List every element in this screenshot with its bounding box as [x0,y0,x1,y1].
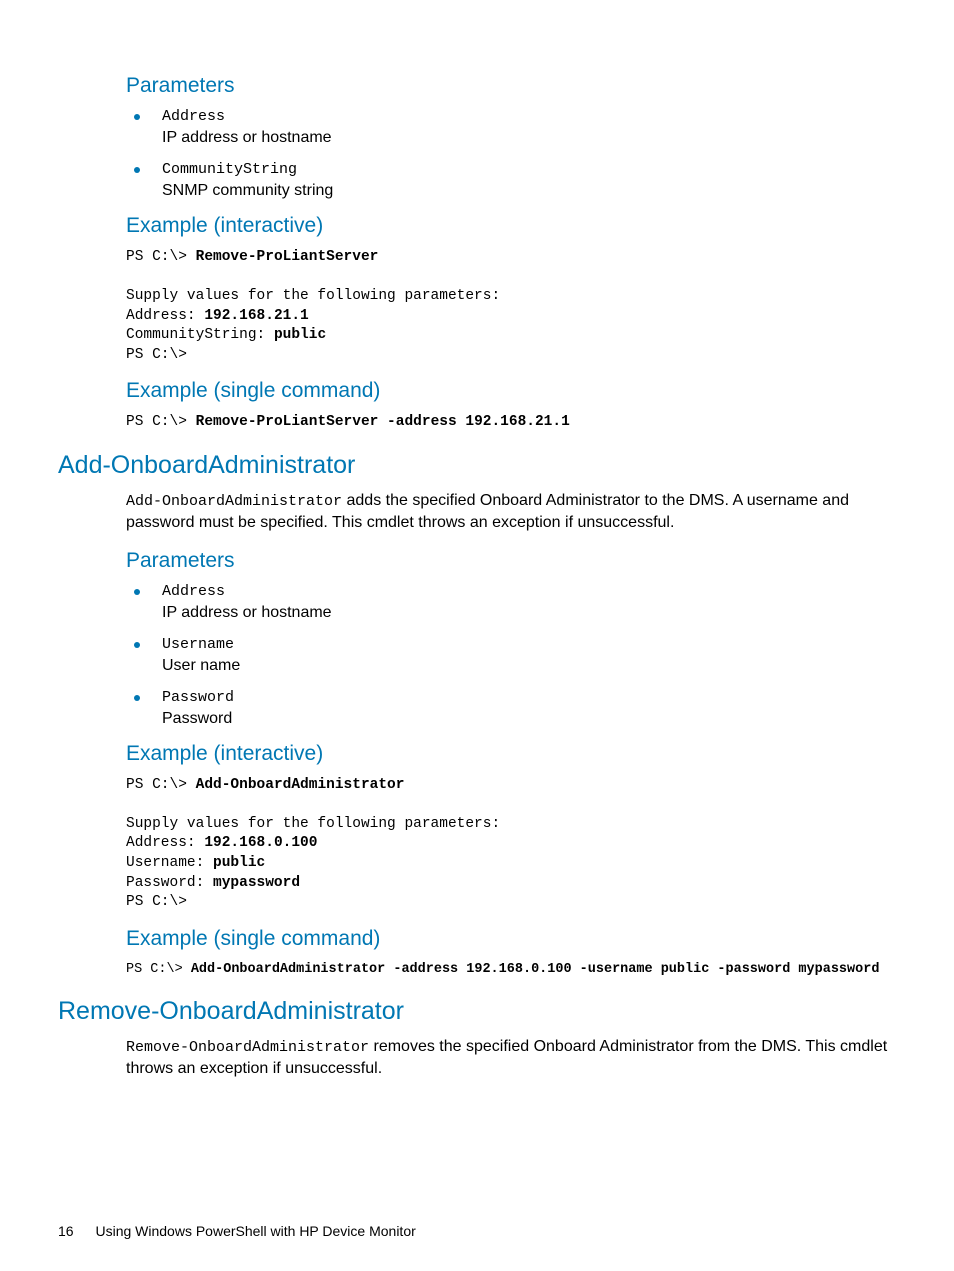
example-interactive-heading: Example (interactive) [126,742,894,766]
list-item: Username User name [126,636,894,675]
inline-code: Add-OnboardAdministrator [126,493,342,510]
code-text: PS C:\> [126,347,187,363]
code-command: Add-OnboardAdministrator [196,777,405,793]
code-block: PS C:\> Remove-ProLiantServer -address 1… [126,413,894,433]
code-text: Username: [126,855,213,871]
section-description: Remove-OnboardAdministrator removes the … [126,1036,894,1081]
param-name: Password [162,689,894,706]
parameter-list: Address IP address or hostname Username … [126,583,894,728]
param-desc: SNMP community string [162,182,894,200]
code-text: PS C:\> [126,894,187,910]
code-command: Remove-ProLiantServer -address 192.168.2… [196,414,570,430]
code-text: PS C:\> [126,414,196,430]
param-desc: IP address or hostname [162,604,894,622]
list-item: Password Password [126,689,894,728]
code-value: 192.168.0.100 [204,835,317,851]
parameters-heading: Parameters [126,74,894,98]
code-text: PS C:\> [126,249,196,265]
content-area: Parameters Address IP address or hostnam… [58,74,894,1081]
code-value: 192.168.21.1 [204,308,308,324]
code-value: public [213,855,265,871]
code-text: Supply values for the following paramete… [126,816,500,832]
param-name: CommunityString [162,161,894,178]
code-text: PS C:\> [126,777,196,793]
code-value: mypassword [213,875,300,891]
section-heading-remove-onboard: Remove-OnboardAdministrator [58,997,894,1026]
param-name: Username [162,636,894,653]
footer-title: Using Windows PowerShell with HP Device … [95,1223,415,1239]
code-block: PS C:\> Add-OnboardAdministrator -addres… [126,961,894,979]
page-footer: 16 Using Windows PowerShell with HP Devi… [58,1223,416,1239]
code-text: Password: [126,875,213,891]
code-text: PS C:\> [126,962,191,977]
parameter-list: Address IP address or hostname Community… [126,108,894,200]
example-interactive-heading: Example (interactive) [126,214,894,238]
inline-code: Remove-OnboardAdministrator [126,1039,369,1056]
code-value: public [274,327,326,343]
param-desc: User name [162,657,894,675]
param-name: Address [162,583,894,600]
example-single-heading: Example (single command) [126,379,894,403]
param-desc: Password [162,710,894,728]
example-single-heading: Example (single command) [126,927,894,951]
code-command: Add-OnboardAdministrator -address 192.16… [191,962,880,977]
section-heading-add-onboard: Add-OnboardAdministrator [58,451,894,480]
code-command: Remove-ProLiantServer [196,249,379,265]
code-block: PS C:\> Remove-ProLiantServer Supply val… [126,248,894,365]
parameters-heading: Parameters [126,549,894,573]
list-item: Address IP address or hostname [126,583,894,622]
param-name: Address [162,108,894,125]
code-text: Address: [126,835,204,851]
code-text: CommunityString: [126,327,274,343]
section-description: Add-OnboardAdministrator adds the specif… [126,490,894,535]
code-text: Supply values for the following paramete… [126,288,500,304]
list-item: CommunityString SNMP community string [126,161,894,200]
param-desc: IP address or hostname [162,129,894,147]
page-number: 16 [58,1223,74,1239]
code-text: Address: [126,308,204,324]
list-item: Address IP address or hostname [126,108,894,147]
document-page: Parameters Address IP address or hostnam… [0,0,954,1271]
code-block: PS C:\> Add-OnboardAdministrator Supply … [126,776,894,913]
